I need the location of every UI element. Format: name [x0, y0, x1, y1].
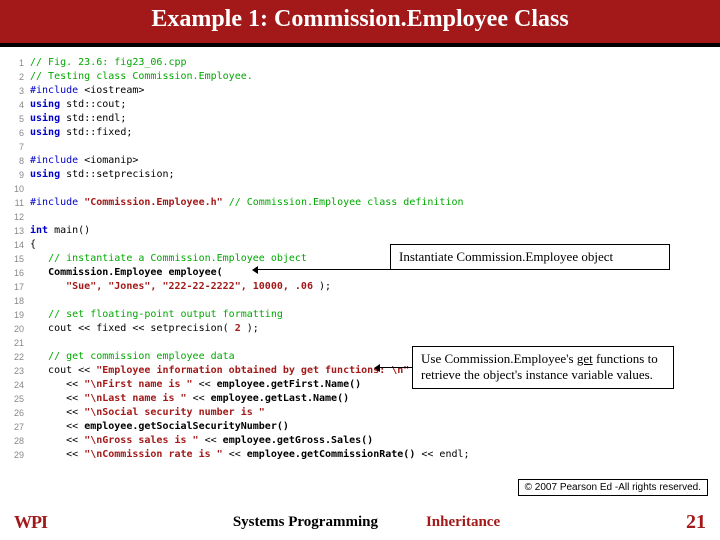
- code-content: << "\nFirst name is " << employee.getFir…: [30, 378, 361, 392]
- code-content: cout << fixed << setprecision( 2 );: [30, 322, 259, 336]
- line-number: 1: [8, 56, 30, 70]
- line-number: 21: [8, 336, 30, 350]
- line-number: 11: [8, 196, 30, 210]
- copyright-notice: © 2007 Pearson Ed -All rights reserved.: [518, 479, 708, 496]
- line-number: 18: [8, 294, 30, 308]
- code-line: 1// Fig. 23.6: fig23_06.cpp: [8, 56, 712, 70]
- line-number: 5: [8, 112, 30, 126]
- line-number: 9: [8, 168, 30, 182]
- line-number: 2: [8, 70, 30, 84]
- line-number: 14: [8, 238, 30, 252]
- code-line: 7: [8, 140, 712, 154]
- code-content: "Sue", "Jones", "222-22-2222", 10000, .0…: [30, 280, 331, 294]
- line-number: 13: [8, 224, 30, 238]
- line-number: 12: [8, 210, 30, 224]
- code-content: #include <iostream>: [30, 84, 144, 98]
- code-content: // get commission employee data: [30, 350, 235, 364]
- slide-title: Example 1: Commission.Employee Class: [0, 6, 720, 33]
- code-line: 11#include "Commission.Employee.h" // Co…: [8, 196, 712, 210]
- code-content: using std::setprecision;: [30, 168, 175, 182]
- code-content: // instantiate a Commission.Employee obj…: [30, 252, 307, 266]
- code-line: 27 << employee.getSocialSecurityNumber(): [8, 420, 712, 434]
- code-line: 5using std::endl;: [8, 112, 712, 126]
- footer-topic: Inheritance: [426, 514, 500, 531]
- code-content: #include <iomanip>: [30, 154, 138, 168]
- code-content: << "\nGross sales is " << employee.getGr…: [30, 434, 373, 448]
- code-content: // Testing class Commission.Employee.: [30, 70, 253, 84]
- line-number: 24: [8, 378, 30, 392]
- line-number: 7: [8, 140, 30, 154]
- callout-arrow-2: [376, 367, 412, 368]
- code-content: {: [30, 238, 36, 252]
- code-line: 26 << "\nSocial security number is ": [8, 406, 712, 420]
- line-number: 20: [8, 322, 30, 336]
- line-number: 16: [8, 266, 30, 280]
- code-line: 25 << "\nLast name is " << employee.getL…: [8, 392, 712, 406]
- line-number: 8: [8, 154, 30, 168]
- callout-arrow-1: [254, 269, 390, 270]
- line-number: 3: [8, 84, 30, 98]
- code-line: 9using std::setprecision;: [8, 168, 712, 182]
- line-number: 25: [8, 392, 30, 406]
- code-content: // Fig. 23.6: fig23_06.cpp: [30, 56, 187, 70]
- line-number: 29: [8, 448, 30, 462]
- line-number: 27: [8, 420, 30, 434]
- line-number: 4: [8, 98, 30, 112]
- code-content: << "\nSocial security number is ": [30, 406, 265, 420]
- code-content: #include "Commission.Employee.h" // Comm…: [30, 196, 464, 210]
- code-line: 17 "Sue", "Jones", "222-22-2222", 10000,…: [8, 280, 712, 294]
- code-content: using std::fixed;: [30, 126, 132, 140]
- line-number: 19: [8, 308, 30, 322]
- code-content: using std::endl;: [30, 112, 126, 126]
- code-content: // set floating-point output formatting: [30, 308, 283, 322]
- code-content: cout << "Employee information obtained b…: [30, 364, 409, 378]
- callout-instantiate: Instantiate Commission.Employee object: [390, 244, 670, 270]
- line-number: 28: [8, 434, 30, 448]
- slide-footer: WPI Systems Programming Inheritance 21: [0, 504, 720, 540]
- footer-center: Systems Programming Inheritance: [47, 514, 686, 531]
- slide-header: Example 1: Commission.Employee Class: [0, 0, 720, 47]
- line-number: 17: [8, 280, 30, 294]
- page-number: 21: [686, 511, 706, 534]
- code-line: 28 << "\nGross sales is " << employee.ge…: [8, 434, 712, 448]
- code-line: 20 cout << fixed << setprecision( 2 );: [8, 322, 712, 336]
- code-line: 8#include <iomanip>: [8, 154, 712, 168]
- code-listing: 1// Fig. 23.6: fig23_06.cpp2// Testing c…: [0, 54, 720, 504]
- code-line: 13int main(): [8, 224, 712, 238]
- code-content: << "\nLast name is " << employee.getLast…: [30, 392, 349, 406]
- code-content: << "\nCommission rate is " << employee.g…: [30, 448, 470, 462]
- code-line: 29 << "\nCommission rate is " << employe…: [8, 448, 712, 462]
- line-number: 15: [8, 252, 30, 266]
- line-number: 23: [8, 364, 30, 378]
- code-line: 6using std::fixed;: [8, 126, 712, 140]
- code-line: 4using std::cout;: [8, 98, 712, 112]
- line-number: 10: [8, 182, 30, 196]
- code-line: 19 // set floating-point output formatti…: [8, 308, 712, 322]
- wpi-logo: WPI: [14, 512, 47, 533]
- code-content: Commission.Employee employee(: [30, 266, 223, 280]
- code-content: using std::cout;: [30, 98, 126, 112]
- code-line: 3#include <iostream>: [8, 84, 712, 98]
- code-line: 2// Testing class Commission.Employee.: [8, 70, 712, 84]
- code-content: << employee.getSocialSecurityNumber(): [30, 420, 289, 434]
- code-line: 12: [8, 210, 712, 224]
- line-number: 22: [8, 350, 30, 364]
- code-line: 10: [8, 182, 712, 196]
- line-number: 26: [8, 406, 30, 420]
- code-content: int main(): [30, 224, 90, 238]
- line-number: 6: [8, 126, 30, 140]
- code-line: 18: [8, 294, 712, 308]
- callout-get-functions: Use Commission.Employee's get functions …: [412, 346, 674, 389]
- footer-course: Systems Programming: [233, 514, 378, 531]
